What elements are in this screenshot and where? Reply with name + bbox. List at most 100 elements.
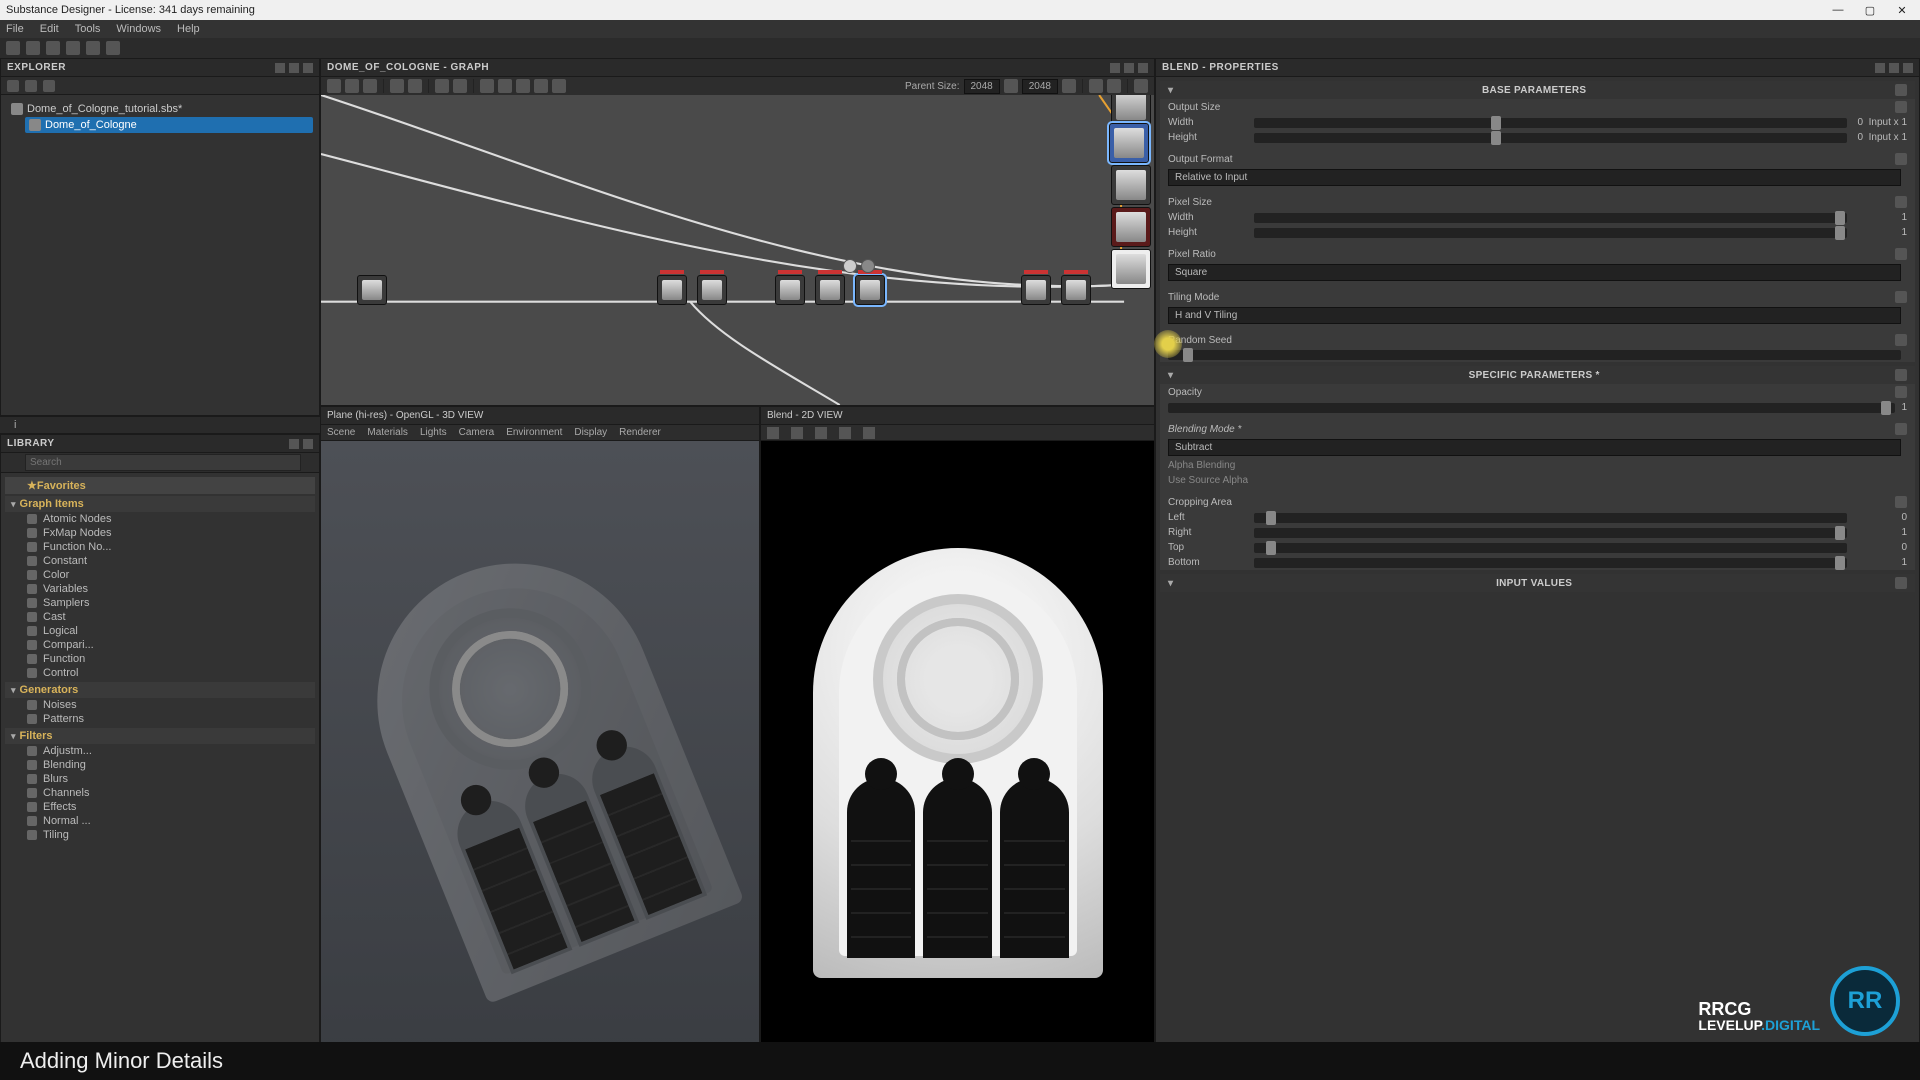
library-item[interactable]: Samplers — [5, 596, 315, 610]
reset-icon[interactable] — [1895, 496, 1907, 508]
panel-pop-icon[interactable] — [289, 439, 299, 449]
view3d-menu-materials[interactable]: Materials — [367, 427, 408, 438]
library-item[interactable]: FxMap Nodes — [5, 526, 315, 540]
node-action-icon[interactable] — [843, 259, 857, 273]
panel-pin-icon[interactable] — [275, 63, 285, 73]
node-preview-1[interactable] — [1111, 95, 1151, 125]
snapshot-icon[interactable] — [363, 79, 377, 93]
node-preview-3[interactable] — [1111, 165, 1151, 205]
eye-icon[interactable] — [1089, 79, 1103, 93]
menu-file[interactable]: File — [6, 23, 24, 35]
parent-height[interactable]: 2048 — [1022, 79, 1058, 94]
reset-icon[interactable] — [1895, 386, 1907, 398]
package-row[interactable]: Dome_of_Cologne_tutorial.sbs* — [7, 101, 313, 117]
save-image-icon[interactable] — [767, 427, 779, 439]
view3d-viewport[interactable] — [321, 441, 759, 1061]
reset-icon[interactable] — [1895, 334, 1907, 346]
node-a2[interactable] — [697, 275, 727, 305]
crop-icon[interactable] — [534, 79, 548, 93]
library-item[interactable]: Logical — [5, 624, 315, 638]
copy-image-icon[interactable] — [791, 427, 803, 439]
section-add-icon[interactable] — [1895, 577, 1907, 589]
panel-close-icon[interactable] — [1138, 63, 1148, 73]
crop-left-slider[interactable] — [1254, 513, 1847, 523]
node-a1[interactable] — [657, 275, 687, 305]
panel-pop-icon[interactable] — [1124, 63, 1134, 73]
library-item[interactable]: Constant — [5, 554, 315, 568]
link-icon[interactable] — [435, 79, 449, 93]
library-item[interactable]: Control — [5, 666, 315, 680]
view2d-viewport[interactable] — [761, 441, 1154, 1061]
eye2-icon[interactable] — [1107, 79, 1121, 93]
node-preview-2[interactable] — [1109, 123, 1149, 163]
panel-pin-icon[interactable] — [1110, 63, 1120, 73]
histogram-icon[interactable] — [863, 427, 875, 439]
library-item[interactable]: Atomic Nodes — [5, 512, 315, 526]
reset-icon[interactable] — [1895, 248, 1907, 260]
crop-bottom-slider[interactable] — [1254, 558, 1847, 568]
library-item[interactable]: Patterns — [5, 712, 315, 726]
view3d-menu-display[interactable]: Display — [574, 427, 607, 438]
library-group[interactable]: Filters — [5, 728, 315, 744]
new-icon[interactable] — [6, 41, 20, 55]
view3d-menu-scene[interactable]: Scene — [327, 427, 355, 438]
output-format-select[interactable]: Relative to Input — [1168, 169, 1901, 186]
undo-icon[interactable] — [86, 41, 100, 55]
reset-icon[interactable] — [1895, 291, 1907, 303]
expand-icon[interactable] — [552, 79, 566, 93]
width-slider[interactable] — [1254, 118, 1847, 128]
graph-row[interactable]: Dome_of_Cologne — [25, 117, 313, 133]
node-preview-4[interactable] — [1111, 207, 1151, 247]
view3d-menu-lights[interactable]: Lights — [420, 427, 447, 438]
view3d-menu-renderer[interactable]: Renderer — [619, 427, 661, 438]
view3d-menu-camera[interactable]: Camera — [459, 427, 495, 438]
library-item[interactable]: Channels — [5, 786, 315, 800]
person-icon[interactable] — [1134, 79, 1148, 93]
info-tool-icon[interactable] — [390, 79, 404, 93]
library-item[interactable]: Noises — [5, 698, 315, 712]
refresh-size-icon[interactable] — [1062, 79, 1076, 93]
frame-tool-icon[interactable] — [345, 79, 359, 93]
section-menu-icon[interactable] — [1895, 369, 1907, 381]
panel-close-icon[interactable] — [303, 439, 313, 449]
px-h-slider[interactable] — [1254, 228, 1847, 238]
share-icon[interactable] — [453, 79, 467, 93]
node-c1[interactable] — [1021, 275, 1051, 305]
refresh-icon[interactable] — [25, 80, 37, 92]
node-input[interactable] — [357, 275, 387, 305]
grid-icon[interactable] — [498, 79, 512, 93]
node-blend-selected[interactable] — [855, 275, 885, 305]
close-button[interactable]: ✕ — [1890, 4, 1914, 17]
library-search-input[interactable] — [25, 454, 301, 471]
panel-close-icon[interactable] — [303, 63, 313, 73]
blending-mode-select[interactable]: Subtract — [1168, 439, 1901, 456]
height-slider[interactable] — [1254, 133, 1847, 143]
base-params-header[interactable]: BASE PARAMETERS — [1482, 85, 1586, 96]
tiling-mode-select[interactable]: H and V Tiling — [1168, 307, 1901, 324]
timing-icon[interactable] — [408, 79, 422, 93]
parent-width[interactable]: 2048 — [964, 79, 1000, 94]
pixel-ratio-select[interactable]: Square — [1168, 264, 1901, 281]
library-item[interactable]: Tiling — [5, 828, 315, 842]
library-group[interactable]: Generators — [5, 682, 315, 698]
align-icon[interactable] — [480, 79, 494, 93]
panel-pop-icon[interactable] — [1889, 63, 1899, 73]
library-item[interactable]: Function — [5, 652, 315, 666]
crop-top-slider[interactable] — [1254, 543, 1847, 553]
library-item[interactable]: Adjustm... — [5, 744, 315, 758]
redo-icon[interactable] — [106, 41, 120, 55]
library-item[interactable]: Normal ... — [5, 814, 315, 828]
menu-windows[interactable]: Windows — [116, 23, 161, 35]
library-group[interactable]: Graph Items — [5, 496, 315, 512]
minimize-button[interactable]: — — [1826, 4, 1850, 17]
reset-icon[interactable] — [1895, 153, 1907, 165]
library-item[interactable]: Variables — [5, 582, 315, 596]
panel-close-icon[interactable] — [1903, 63, 1913, 73]
specific-params-header[interactable]: SPECIFIC PARAMETERS * — [1469, 370, 1600, 381]
select-icon[interactable] — [516, 79, 530, 93]
panel-pin-icon[interactable] — [1875, 63, 1885, 73]
node-tool-icon[interactable] — [327, 79, 341, 93]
library-favorites[interactable]: Favorites — [5, 477, 315, 494]
maximize-button[interactable]: ▢ — [1858, 4, 1882, 17]
node-c2[interactable] — [1061, 275, 1091, 305]
